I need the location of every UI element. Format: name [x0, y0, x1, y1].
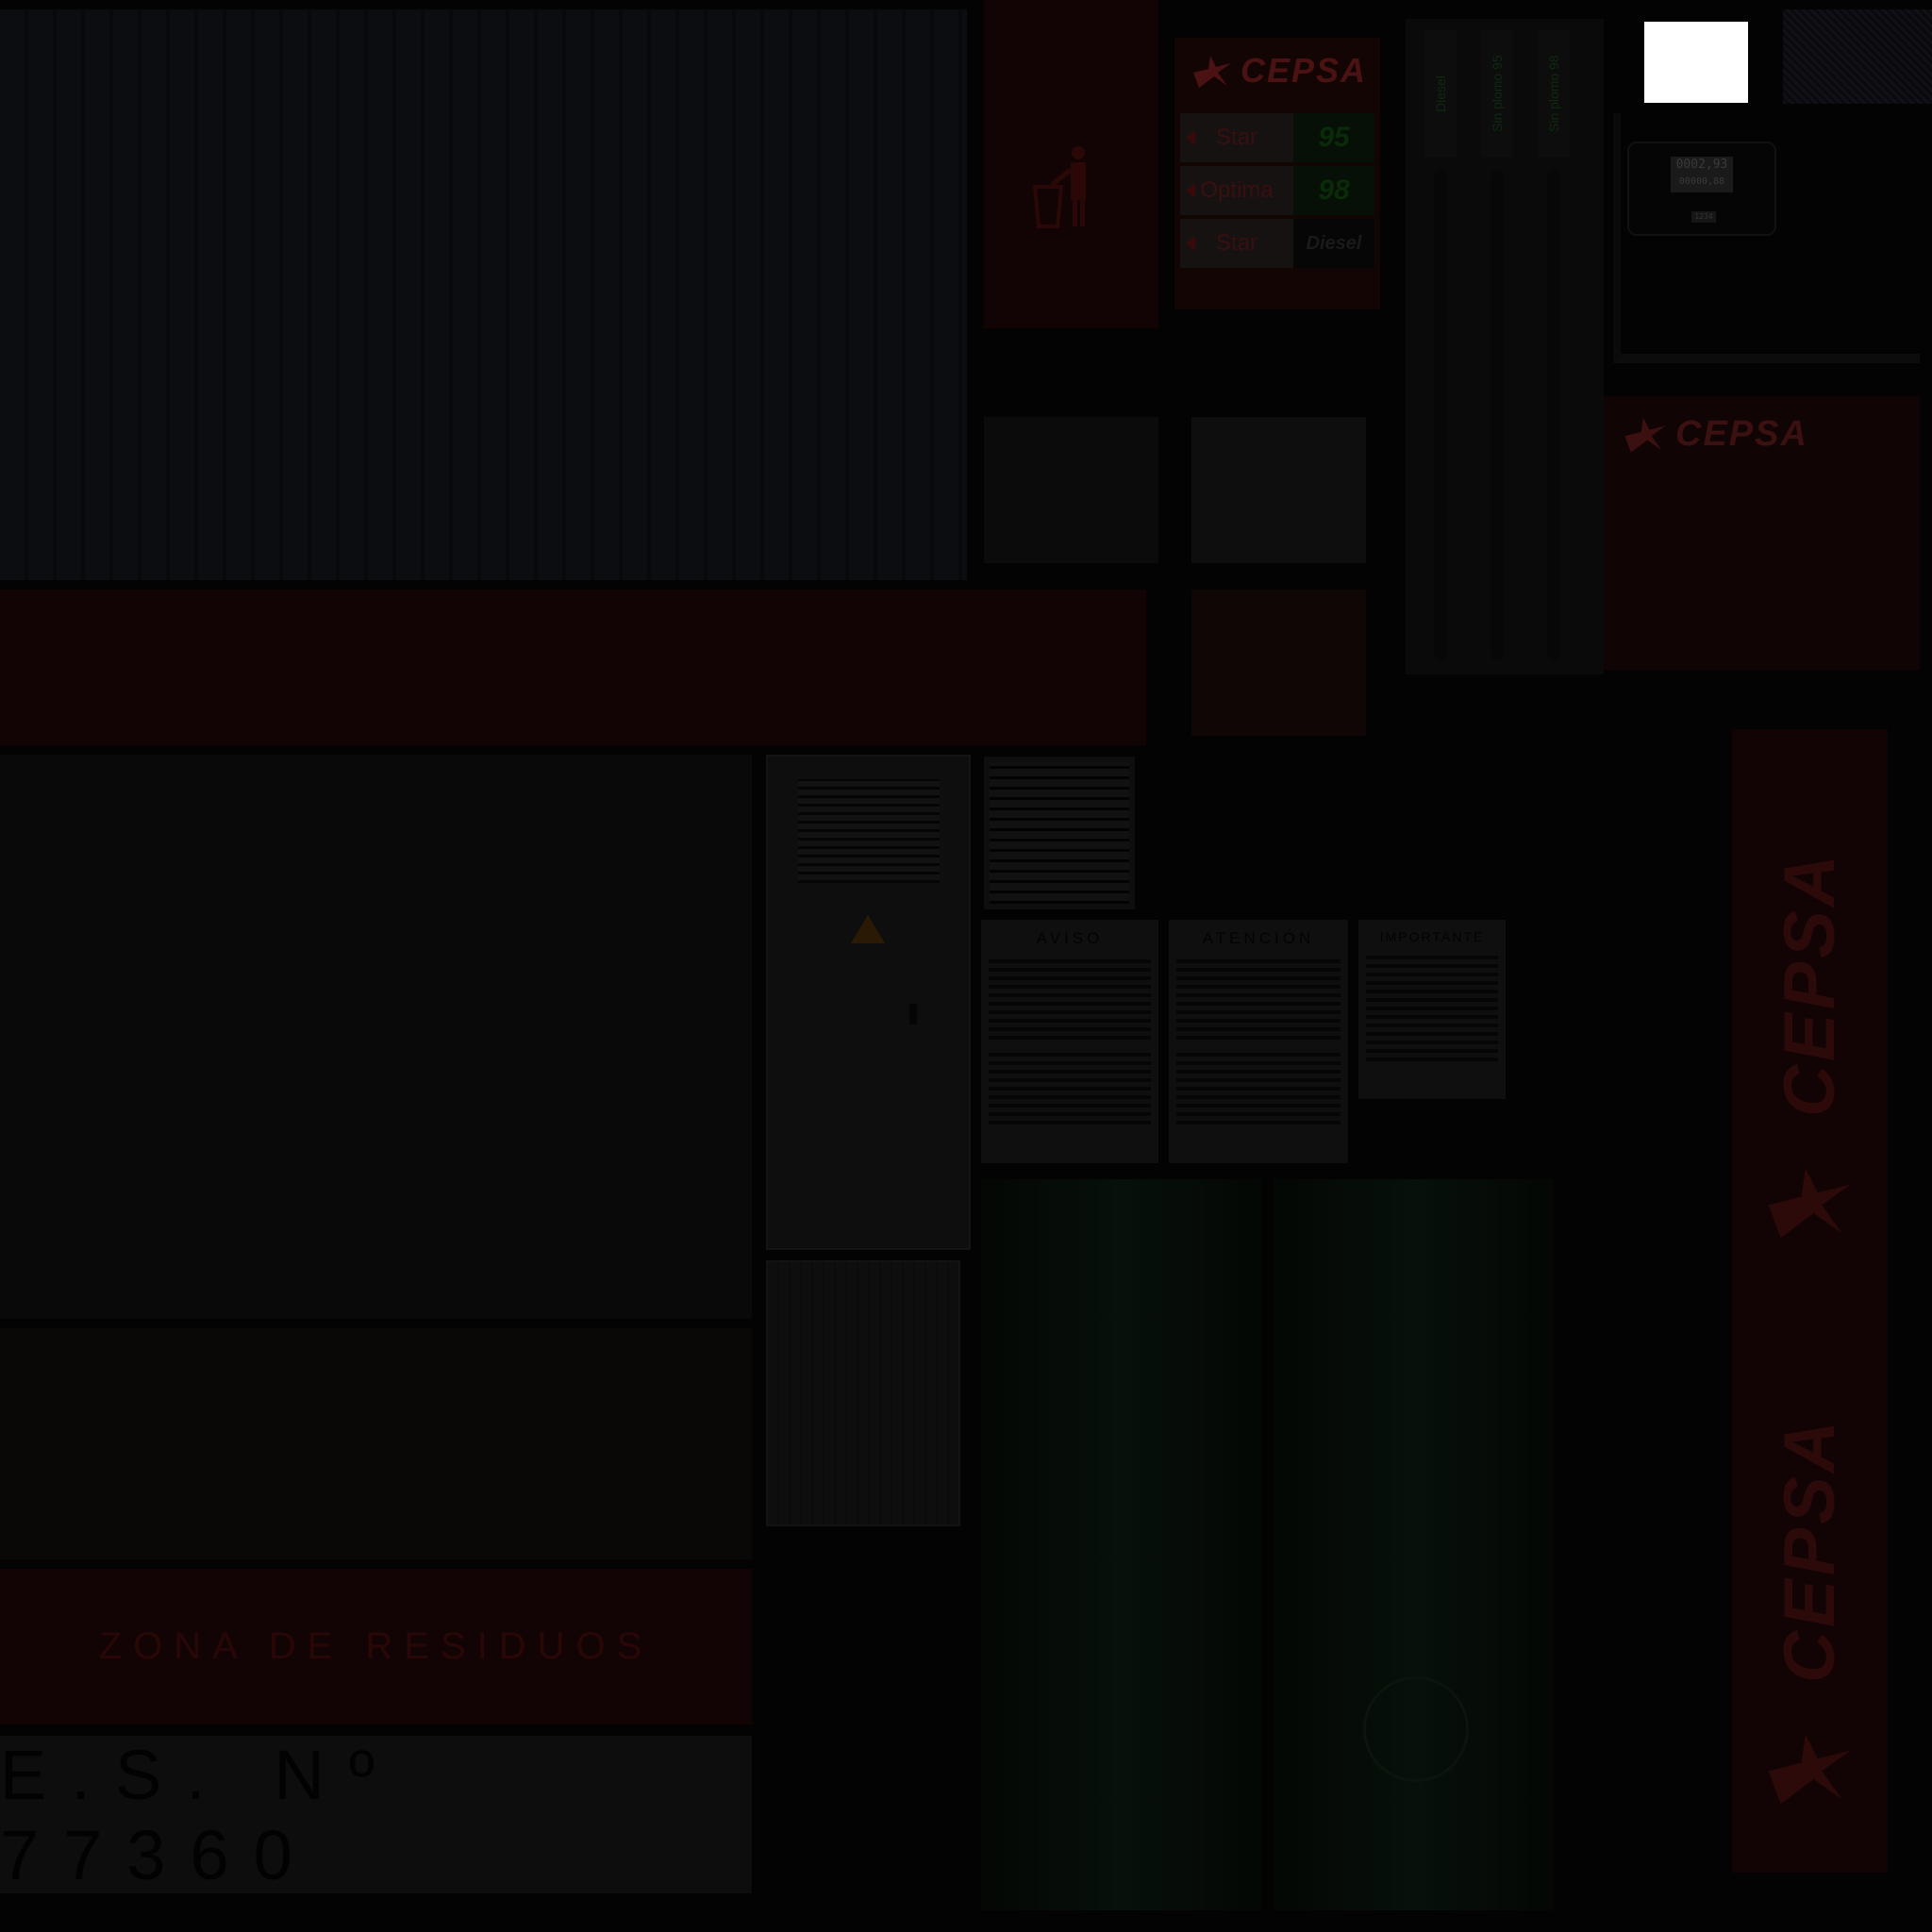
recycle-bin-icon: [1363, 1676, 1469, 1782]
waste-bin-sign: [984, 0, 1158, 328]
cabinet-handle: [909, 1004, 917, 1024]
green-bin-panel: [1274, 1179, 1554, 1910]
price-row: Star 95: [1180, 113, 1374, 162]
station-number-sign: E.S. Nº 77360: [0, 1736, 752, 1894]
nozzle-label: Sin plomo 98: [1538, 30, 1570, 158]
electrical-cabinet: [766, 755, 971, 1250]
green-bin-panel: [981, 1179, 1261, 1910]
arrow-left-icon: [1186, 130, 1195, 145]
banner-brand: CEPSA: [1770, 851, 1850, 1117]
vent-grille: [984, 757, 1135, 909]
cepsa-logo: CEPSA: [1190, 47, 1369, 94]
fuel-name: Optima: [1180, 166, 1293, 215]
cepsa-logo: CEPSA: [1621, 413, 1808, 455]
small-cabinet-door: [766, 1260, 960, 1526]
zona-residuos-sign: ZONA DE RESIDUOS: [0, 1569, 752, 1724]
hose: [1547, 170, 1560, 660]
fuel-pump-nozzles: Diesel Sin plomo 95 Sin plomo 98: [1406, 19, 1604, 675]
nozzle-label: Diesel: [1424, 30, 1457, 158]
price-row: Star Diesel: [1180, 219, 1374, 268]
notice-atencion: ATENCIÓN: [1169, 920, 1348, 1163]
nozzle-label: Sin plomo 95: [1481, 30, 1513, 158]
hose: [1434, 170, 1447, 660]
notice-importante: IMPORTANTE: [1358, 920, 1506, 1099]
noise-texture-patch: [1783, 9, 1932, 104]
fuel-octane: 95: [1293, 113, 1374, 162]
cabinet-vent: [798, 779, 940, 883]
display-amount: 0002,93: [1675, 158, 1728, 172]
cepsa-emblem-icon: [1193, 56, 1231, 88]
fuel-name: Star: [1180, 219, 1293, 268]
display-liters: 00000,88: [1678, 176, 1725, 187]
price-sign-brand: CEPSA: [1241, 51, 1368, 90]
pump-display: 0002,93 00000,88 1234: [1627, 142, 1776, 236]
red-speckled-strip: [0, 590, 1146, 745]
notice-title: ATENCIÓN: [1202, 929, 1315, 947]
notice-title: AVISO: [1036, 929, 1104, 947]
brown-wall-panel: [0, 1328, 752, 1559]
hose: [1491, 170, 1504, 660]
price-row: Optima 98: [1180, 166, 1374, 215]
cepsa-emblem-icon: [1768, 1734, 1851, 1805]
arrow-left-icon: [1186, 183, 1195, 198]
fuel-price-sign: CEPSA Star 95 Optima 98 Star Diesel: [1174, 38, 1380, 309]
blank-white-patch: [1644, 22, 1748, 103]
waste-bin-icon: [1033, 146, 1086, 228]
corrugated-panel: [0, 9, 967, 580]
vertical-cepsa-banner: CEPSA CEPSA: [1732, 729, 1888, 1873]
fuel-octane: 98: [1293, 166, 1374, 215]
dark-wall-panel: [0, 755, 752, 1319]
warning-icon: [851, 915, 885, 943]
notice-title: IMPORTANTE: [1379, 929, 1485, 944]
banner-brand: CEPSA: [1770, 1417, 1850, 1683]
dark-square: [984, 417, 1158, 563]
display-small-readout: 1234: [1691, 211, 1716, 223]
red-speckled-square: [1191, 590, 1366, 736]
display-screen: 0002,93 00000,88: [1671, 157, 1733, 192]
panel-brand: CEPSA: [1675, 413, 1808, 454]
fuel-octane: Diesel: [1293, 219, 1374, 268]
fuel-name: Star: [1180, 113, 1293, 162]
cepsa-red-panel: CEPSA: [1604, 396, 1920, 670]
cepsa-emblem-icon: [1768, 1168, 1851, 1239]
cepsa-emblem-icon: [1624, 417, 1666, 453]
dark-square: [1191, 417, 1366, 563]
arrow-left-icon: [1186, 236, 1195, 251]
notice-aviso: AVISO: [981, 920, 1158, 1163]
